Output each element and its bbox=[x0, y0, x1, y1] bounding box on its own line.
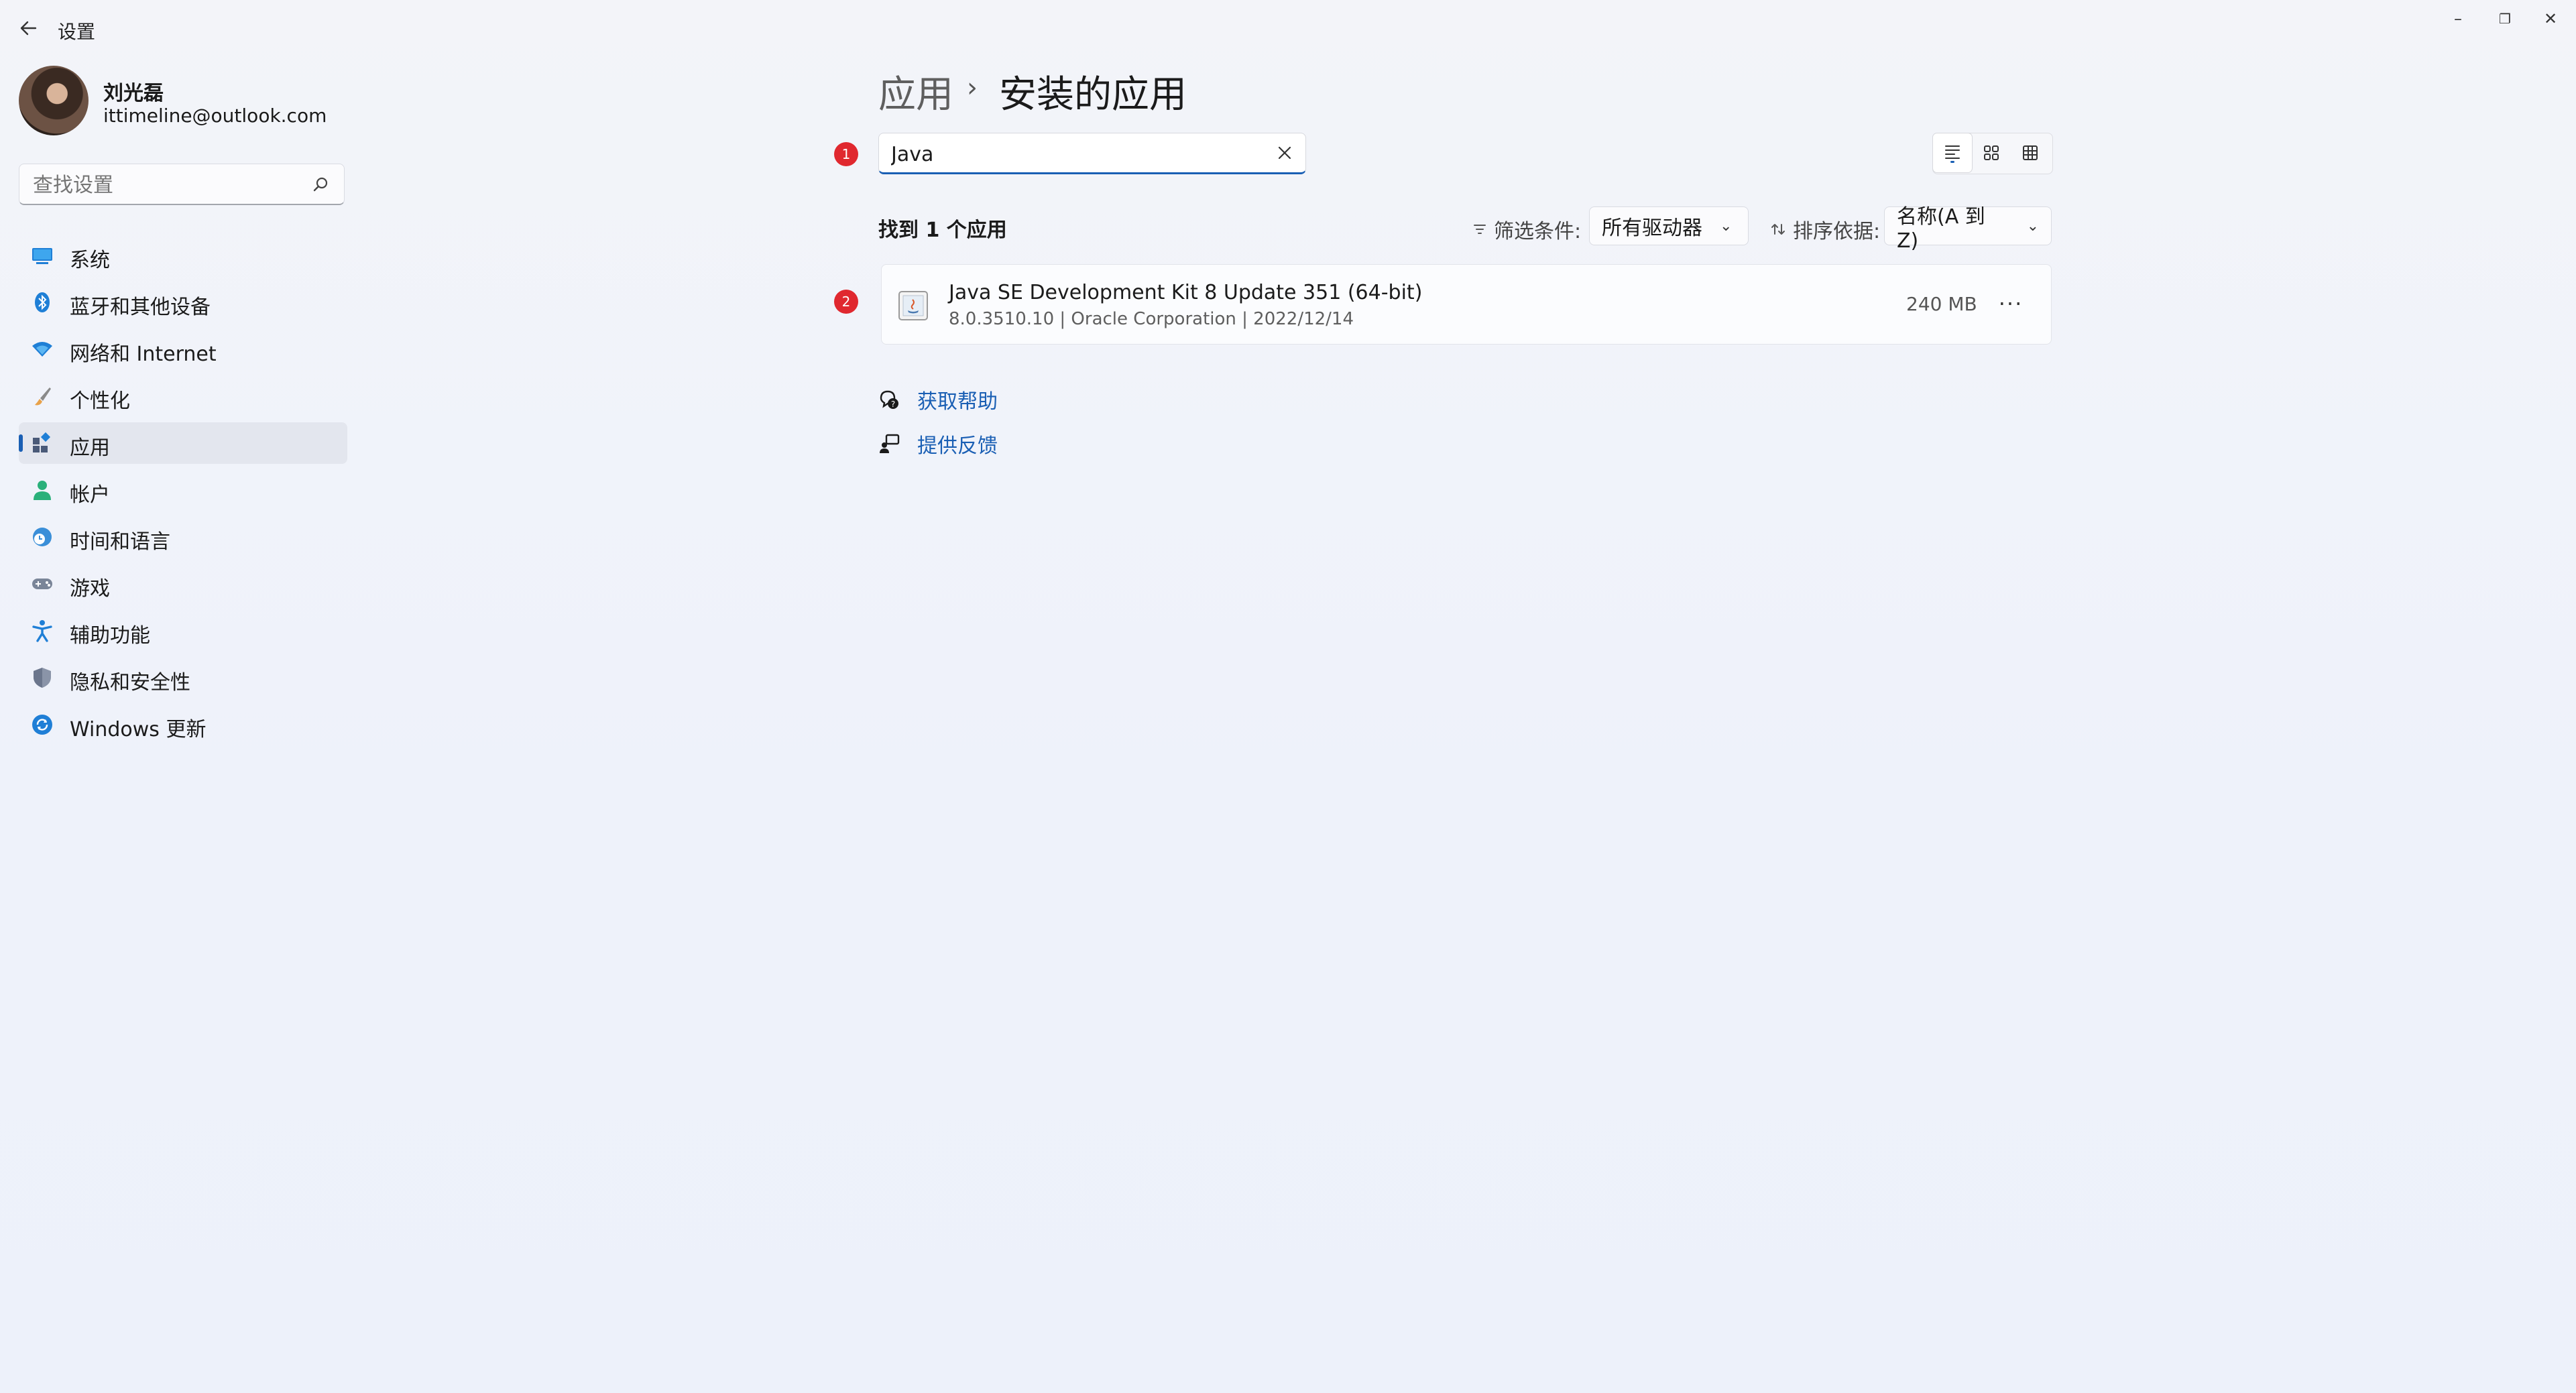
sidebar-item-label: 时间和语言 bbox=[70, 530, 170, 554]
close-button[interactable]: ✕ bbox=[2530, 5, 2571, 32]
sidebar-item-privacy[interactable]: 隐私和安全性 bbox=[19, 657, 347, 699]
app-name: Java SE Development Kit 8 Update 351 (64… bbox=[949, 281, 1423, 304]
filter-label: 筛选条件: bbox=[1472, 215, 1581, 244]
sidebar-item-label: 游戏 bbox=[70, 577, 110, 601]
sidebar-item-label: 系统 bbox=[70, 249, 110, 272]
search-icon[interactable] bbox=[312, 175, 331, 194]
minimize-icon: – bbox=[2454, 9, 2462, 28]
app-size: 240 MB bbox=[1906, 293, 1977, 315]
more-icon: ··· bbox=[1998, 291, 2024, 316]
sidebar-item-label: 隐私和安全性 bbox=[70, 671, 190, 694]
sort-icon bbox=[1771, 224, 1785, 235]
sidebar-item-accounts[interactable]: 帐户 bbox=[19, 469, 347, 511]
help-icon: ? bbox=[880, 390, 898, 409]
sidebar-item-personalization[interactable]: 个性化 bbox=[19, 375, 347, 417]
globe-clock-icon bbox=[33, 528, 52, 546]
sidebar-item-system[interactable]: 系统 bbox=[19, 235, 347, 276]
minimize-button[interactable]: – bbox=[2438, 5, 2478, 32]
wifi-icon bbox=[32, 342, 52, 357]
filter-dropdown[interactable]: 所有驱动器 ⌄ bbox=[1589, 206, 1749, 245]
chevron-down-icon: ⌄ bbox=[2026, 217, 2039, 235]
breadcrumb-separator: › bbox=[967, 72, 978, 103]
filter-value: 所有驱动器 bbox=[1602, 217, 1702, 240]
close-icon bbox=[1278, 146, 1291, 160]
java-app-icon bbox=[898, 291, 928, 320]
feedback-icon bbox=[880, 434, 900, 453]
apps-icon bbox=[33, 432, 51, 452]
sidebar-item-label: Windows 更新 bbox=[70, 718, 207, 741]
person-icon bbox=[34, 481, 51, 500]
sidebar-item-label: 个性化 bbox=[70, 389, 130, 413]
app-search-input[interactable] bbox=[890, 140, 1254, 168]
list-view-icon bbox=[1945, 145, 1960, 163]
back-button[interactable] bbox=[16, 16, 40, 40]
sort-dropdown[interactable]: 名称(A 到 Z) ⌄ bbox=[1884, 205, 2052, 253]
avatar[interactable] bbox=[19, 66, 89, 135]
grid-view-button[interactable] bbox=[2011, 133, 2050, 172]
sidebar-item-apps[interactable]: 应用 bbox=[19, 422, 347, 464]
tile-view-icon bbox=[1984, 145, 1999, 160]
restore-button[interactable]: ❐ bbox=[2485, 5, 2525, 32]
sidebar-item-gaming[interactable]: 游戏 bbox=[19, 563, 347, 605]
sidebar-item-accessibility[interactable]: 辅助功能 bbox=[19, 610, 347, 652]
list-view-button[interactable] bbox=[1933, 133, 1972, 172]
settings-search-input[interactable] bbox=[32, 171, 302, 199]
sidebar-item-label: 辅助功能 bbox=[70, 624, 150, 648]
tile-view-button[interactable] bbox=[1972, 133, 2011, 172]
sidebar-item-windows-update[interactable]: Windows 更新 bbox=[19, 704, 347, 745]
sort-value: 名称(A 到 Z) bbox=[1897, 204, 1985, 253]
user-email: ittimeline@outlook.com bbox=[103, 105, 327, 127]
annotation-badge-1: 1 bbox=[834, 142, 858, 166]
sidebar-item-network[interactable]: 网络和 Internet bbox=[19, 328, 347, 370]
grid-view-icon bbox=[2023, 145, 2038, 160]
accessibility-icon bbox=[32, 620, 52, 642]
app-details: 8.0.3510.10 | Oracle Corporation | 2022/… bbox=[949, 309, 1354, 329]
sidebar-item-time-language[interactable]: 时间和语言 bbox=[19, 516, 347, 558]
sidebar-item-label: 应用 bbox=[70, 436, 110, 460]
svg-text:?: ? bbox=[891, 400, 895, 409]
page-title: 安装的应用 bbox=[999, 73, 1187, 117]
bluetooth-icon bbox=[35, 292, 50, 312]
filter-icon bbox=[1474, 225, 1486, 234]
settings-search-box[interactable] bbox=[19, 164, 345, 205]
get-help-link[interactable]: ? 获取帮助 bbox=[878, 385, 998, 414]
give-feedback-link[interactable]: 提供反馈 bbox=[878, 429, 998, 459]
app-list-item[interactable]: Java SE Development Kit 8 Update 351 (64… bbox=[881, 264, 2052, 345]
app-search-box[interactable] bbox=[878, 133, 1306, 174]
sort-label: 排序依据: bbox=[1770, 215, 1880, 244]
sidebar-item-bluetooth[interactable]: 蓝牙和其他设备 bbox=[19, 282, 347, 323]
breadcrumb-parent[interactable]: 应用 bbox=[878, 64, 953, 119]
sidebar-item-label: 蓝牙和其他设备 bbox=[70, 296, 211, 319]
filter-label-text: 筛选条件: bbox=[1494, 220, 1582, 243]
get-help-text: 获取帮助 bbox=[917, 390, 998, 414]
user-name: 刘光磊 bbox=[103, 82, 164, 105]
gamepad-icon bbox=[32, 579, 52, 589]
sidebar-item-label: 网络和 Internet bbox=[70, 343, 217, 366]
brush-icon bbox=[35, 387, 51, 406]
active-indicator bbox=[19, 434, 23, 452]
more-options-button[interactable]: ··· bbox=[1991, 284, 2031, 324]
update-icon bbox=[32, 715, 52, 735]
window-title: 设置 bbox=[58, 21, 96, 43]
sort-label-text: 排序依据: bbox=[1793, 220, 1881, 243]
clear-search-button[interactable] bbox=[1273, 141, 1296, 164]
back-arrow-icon bbox=[20, 21, 37, 36]
give-feedback-text: 提供反馈 bbox=[917, 434, 998, 458]
chevron-down-icon: ⌄ bbox=[1720, 217, 1733, 235]
view-mode-group bbox=[1932, 133, 2053, 174]
annotation-badge-2: 2 bbox=[834, 290, 858, 314]
close-icon: ✕ bbox=[2543, 9, 2558, 28]
monitor-icon bbox=[32, 248, 52, 264]
restore-icon: ❐ bbox=[2499, 11, 2511, 27]
shield-icon bbox=[34, 668, 51, 688]
sidebar-item-label: 帐户 bbox=[70, 483, 110, 507]
results-count: 找到 1 个应用 bbox=[878, 219, 1007, 242]
